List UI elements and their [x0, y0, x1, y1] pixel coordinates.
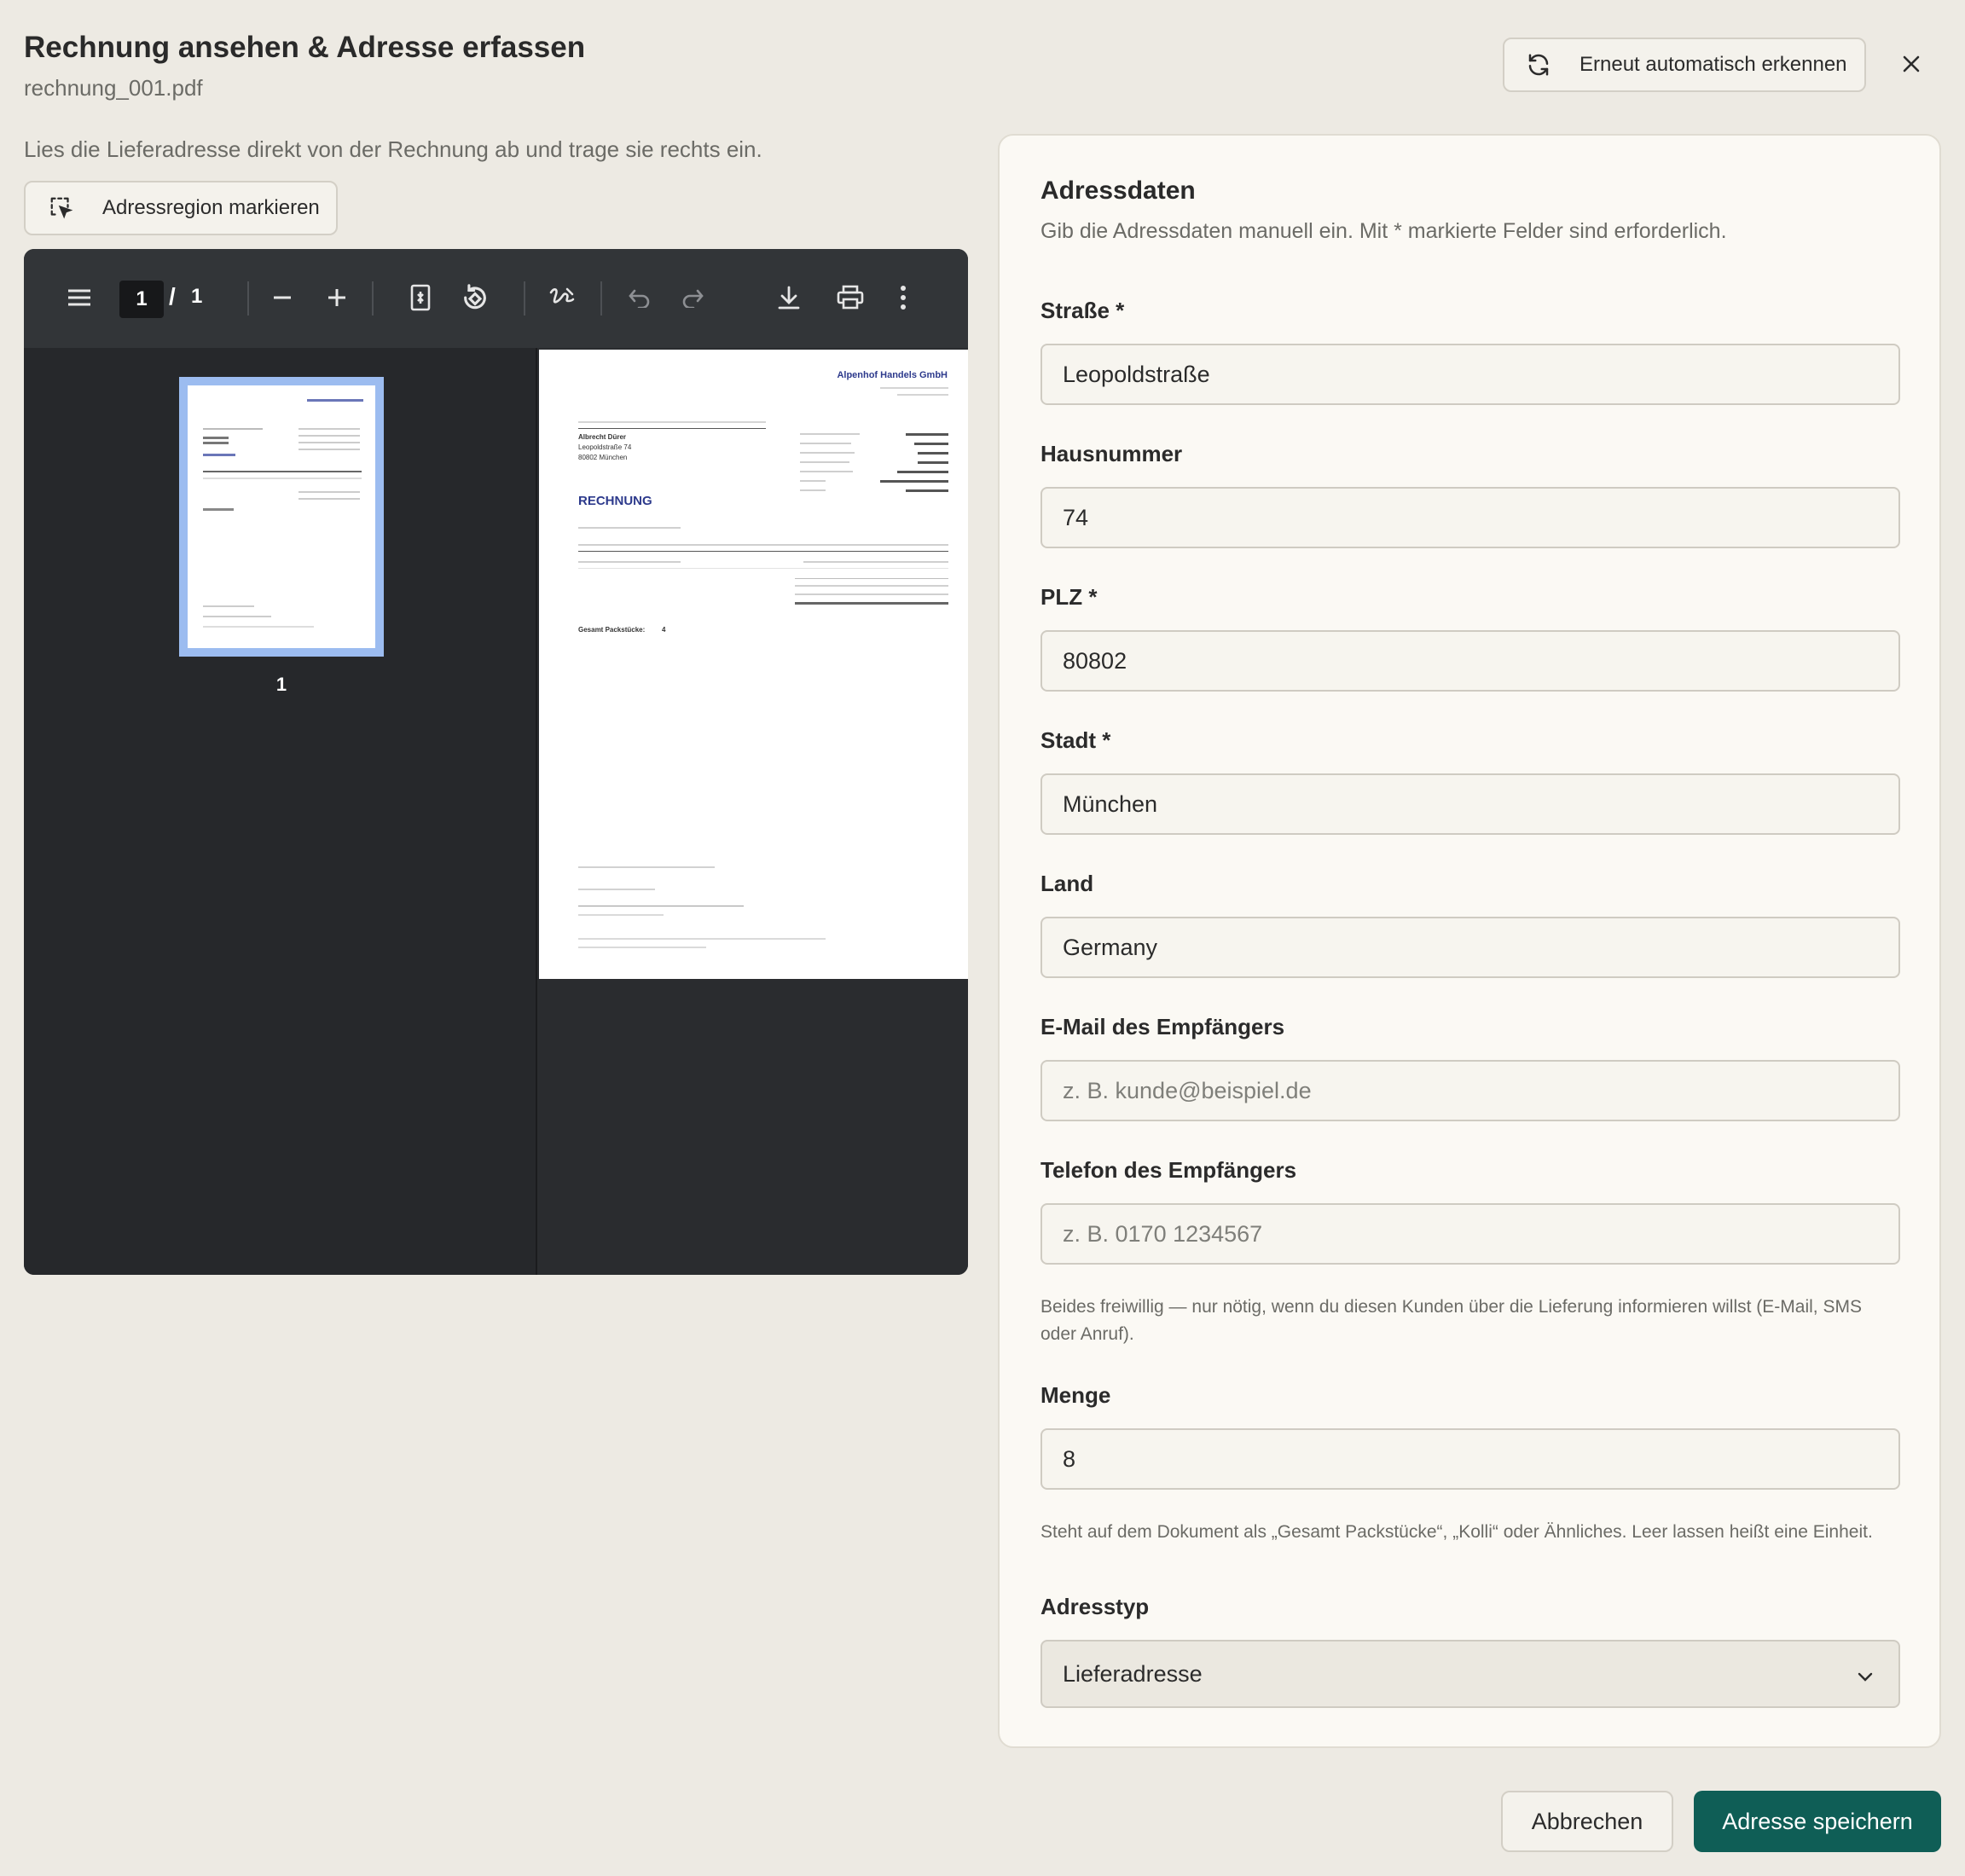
- chevron-down-icon: [1856, 1665, 1875, 1692]
- email-label: E-Mail des Empfängers: [1040, 1014, 1285, 1039]
- instructions-text: Lies die Lieferadresse direkt von der Re…: [24, 136, 762, 162]
- dialog-title: Rechnung ansehen & Adresse erfassen: [24, 31, 586, 64]
- page-separator: /: [169, 283, 176, 310]
- toolbar-divider: [372, 281, 374, 316]
- more-vertical-icon[interactable]: [882, 276, 925, 319]
- print-icon[interactable]: [829, 276, 872, 319]
- form-title: Adressdaten: [1040, 177, 1196, 205]
- page-total: 1: [191, 285, 203, 308]
- doc-total-packages-label: Gesamt Packstücke:: [578, 626, 646, 634]
- doc-company-name: Alpenhof Handels GmbH: [837, 370, 948, 380]
- fit-page-icon[interactable]: [399, 276, 442, 319]
- zip-label: PLZ *: [1040, 584, 1098, 610]
- quantity-hint: Steht auf dem Dokument als „Gesamt Packs…: [1040, 1522, 1873, 1542]
- cancel-button[interactable]: Abbrechen: [1501, 1791, 1673, 1852]
- undo-icon[interactable]: [617, 276, 660, 319]
- house-number-label: Hausnummer: [1040, 441, 1183, 466]
- page-thumbnail[interactable]: [179, 377, 384, 657]
- quantity-input[interactable]: [1040, 1428, 1900, 1490]
- menu-icon[interactable]: [58, 276, 101, 319]
- toolbar-divider: [524, 281, 525, 316]
- page-number-input[interactable]: 1: [119, 281, 164, 318]
- doc-total-packages-value: 4: [662, 626, 666, 634]
- thumbnail-sidebar: 1: [24, 348, 537, 1275]
- address-type-label: Adresstyp: [1040, 1594, 1150, 1619]
- phone-input[interactable]: [1040, 1203, 1900, 1265]
- contact-hint: Beides freiwillig — nur nötig, wenn du d…: [1040, 1297, 1862, 1344]
- form-description: Gib die Adressdaten manuell ein. Mit * m…: [1040, 219, 1727, 243]
- thumbnail-page: [188, 385, 375, 648]
- city-label: Stadt *: [1040, 727, 1111, 753]
- redetect-button[interactable]: Erneut automatisch erkennen: [1503, 38, 1866, 92]
- phone-label: Telefon des Empfängers: [1040, 1157, 1297, 1183]
- address-type-select[interactable]: Lieferadresse: [1040, 1640, 1900, 1708]
- pdf-toolbar: 1 / 1: [24, 249, 968, 348]
- toolbar-divider: [600, 281, 602, 316]
- redo-icon[interactable]: [672, 276, 715, 319]
- filename: rechnung_001.pdf: [24, 75, 203, 101]
- zip-input[interactable]: [1040, 630, 1900, 692]
- street-input[interactable]: [1040, 344, 1900, 405]
- toolbar-divider: [247, 281, 249, 316]
- city-input[interactable]: [1040, 773, 1900, 835]
- redetect-label: Erneut automatisch erkennen: [1580, 53, 1847, 76]
- address-form-panel: Adressdaten Gib die Adressdaten manuell …: [998, 134, 1941, 1748]
- save-address-button[interactable]: Adresse speichern: [1694, 1791, 1941, 1852]
- house-number-input[interactable]: [1040, 487, 1900, 548]
- zoom-in-icon[interactable]: [316, 276, 358, 319]
- zoom-out-icon[interactable]: [261, 276, 304, 319]
- page-view: Alpenhof Handels GmbH Albrecht Dürer Leo…: [539, 348, 968, 1275]
- quantity-label: Menge: [1040, 1382, 1111, 1408]
- address-type-value: Lieferadresse: [1063, 1660, 1203, 1687]
- street-label: Straße *: [1040, 298, 1125, 323]
- download-icon[interactable]: [768, 276, 810, 319]
- draw-icon[interactable]: [541, 276, 583, 319]
- country-input[interactable]: [1040, 917, 1900, 978]
- doc-recipient-city: 80802 München: [578, 454, 628, 461]
- doc-heading: RECHNUNG: [578, 494, 652, 508]
- refresh-icon: [1523, 49, 1554, 80]
- email-input[interactable]: [1040, 1060, 1900, 1121]
- mark-region-label: Adressregion markieren: [102, 196, 320, 219]
- rotate-icon[interactable]: [454, 276, 496, 319]
- mark-address-region-button[interactable]: Adressregion markieren: [24, 181, 338, 235]
- invoice-page: Alpenhof Handels GmbH Albrecht Dürer Leo…: [539, 350, 968, 979]
- pdf-viewer: 1 / 1 1 Alpenhof Handels GmbH Albrecht D…: [24, 249, 968, 1275]
- doc-recipient-street: Leopoldstraße 74: [578, 443, 632, 451]
- country-label: Land: [1040, 871, 1094, 896]
- region-select-icon: [46, 193, 77, 223]
- thumbnail-page-number: 1: [275, 674, 287, 695]
- doc-recipient-name: Albrecht Dürer: [578, 433, 627, 441]
- close-icon[interactable]: [1895, 48, 1927, 80]
